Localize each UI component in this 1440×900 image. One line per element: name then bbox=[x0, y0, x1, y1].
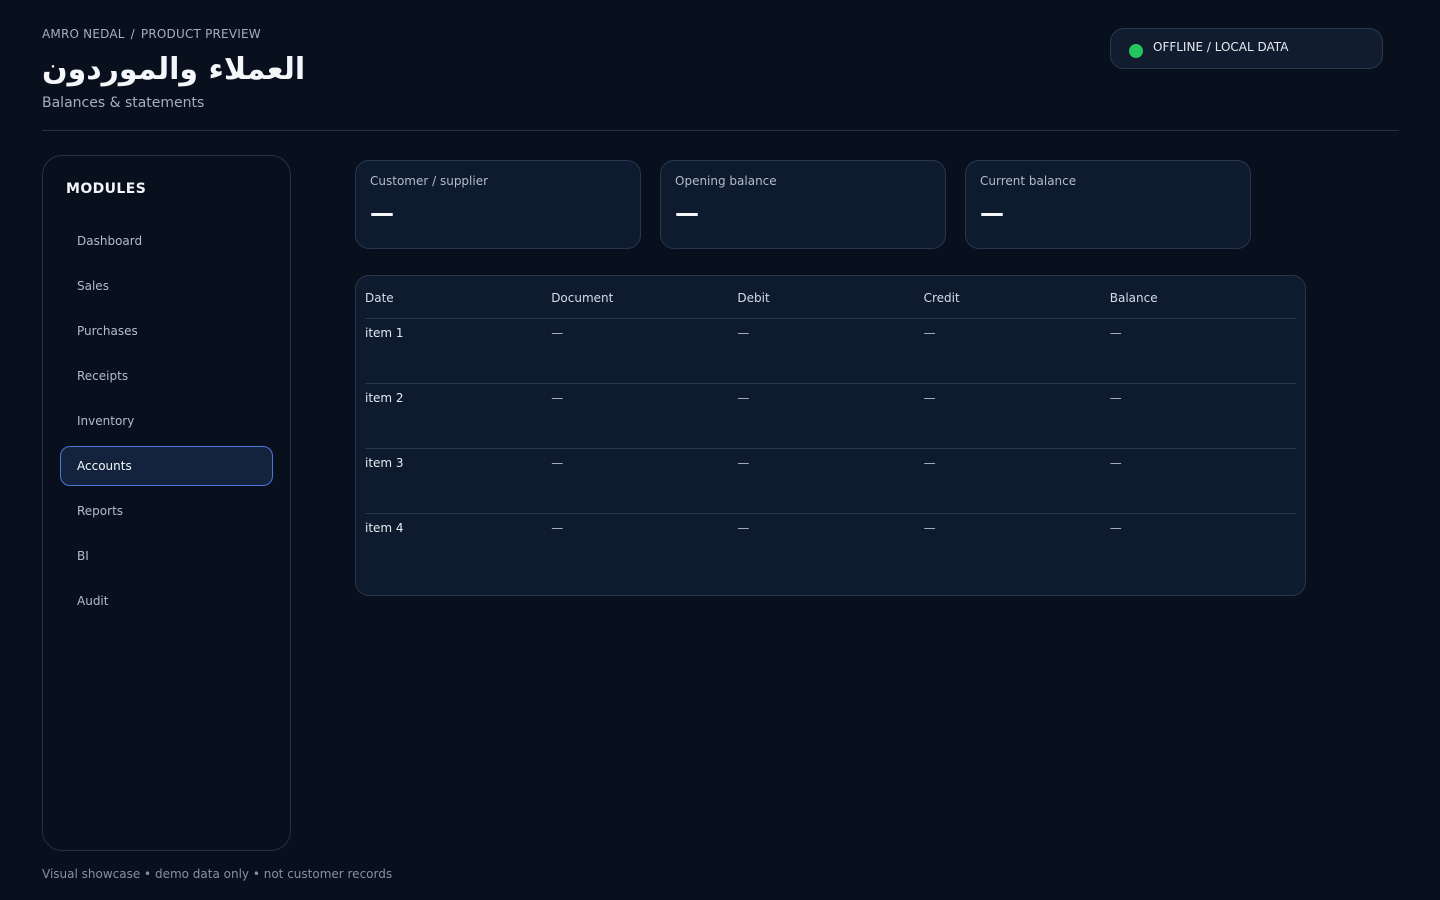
card-value: — bbox=[675, 199, 699, 227]
ledger-table: Date Document Debit Credit Balance item … bbox=[365, 276, 1296, 578]
sidebar-item-bi[interactable]: BI bbox=[60, 536, 273, 576]
page-title: العملاء والموردون bbox=[42, 52, 306, 87]
cell-debit: — bbox=[737, 521, 750, 535]
cell-balance: — bbox=[1109, 383, 1296, 449]
sidebar-item-audit[interactable]: Audit bbox=[60, 581, 273, 621]
cell-credit: — bbox=[923, 318, 1110, 384]
column-header-document[interactable]: Document bbox=[551, 276, 738, 319]
app-window: AMRO NEDAL / PRODUCT PREVIEW العملاء والمو… bbox=[0, 0, 1440, 900]
cell-balance: — bbox=[1109, 318, 1296, 384]
sidebar-item-inventory[interactable]: Inventory bbox=[60, 401, 273, 441]
table-row[interactable]: item 1 — — — — bbox=[365, 318, 1296, 384]
footer-note: Visual showcase • demo data only • not c… bbox=[42, 867, 393, 881]
table-header-row: Date Document Debit Credit Balance bbox=[365, 276, 1296, 319]
nav-list: Dashboard Sales Purchases Receipts Inven… bbox=[60, 221, 273, 626]
cell-credit: — bbox=[923, 521, 936, 535]
cell-debit: — bbox=[737, 318, 924, 384]
ledger-panel: Date Document Debit Credit Balance item … bbox=[355, 275, 1306, 596]
page-subtitle: Balances & statements bbox=[42, 95, 205, 111]
current-balance-card: Current balance — bbox=[965, 160, 1251, 249]
cell-date: item 2 bbox=[365, 383, 552, 449]
sidebar-item-purchases[interactable]: Purchases bbox=[60, 311, 273, 351]
cell-document: — bbox=[551, 318, 738, 384]
cell-balance: — bbox=[1109, 521, 1122, 535]
column-header-balance[interactable]: Balance bbox=[1109, 276, 1296, 319]
card-label: Customer / supplier bbox=[370, 174, 489, 188]
status-dot-icon bbox=[1129, 43, 1143, 58]
breadcrumb: AMRO NEDAL / PRODUCT PREVIEW bbox=[42, 27, 261, 41]
cell-date: item 1 bbox=[365, 318, 552, 384]
customer-supplier-card: Customer / supplier — bbox=[355, 160, 641, 249]
cell-credit: — bbox=[923, 448, 1110, 514]
table-row[interactable]: item 2 — — — — bbox=[365, 383, 1296, 449]
sidebar-item-sales[interactable]: Sales bbox=[60, 266, 273, 306]
sidebar: MODULES Dashboard Sales Purchases Receip… bbox=[42, 155, 291, 851]
card-value: — bbox=[370, 199, 394, 227]
cell-credit: — bbox=[923, 383, 1110, 449]
sidebar-item-receipts[interactable]: Receipts bbox=[60, 356, 273, 396]
status-label: OFFLINE / LOCAL DATA bbox=[1153, 39, 1289, 54]
cell-debit: — bbox=[737, 383, 924, 449]
status-badge: OFFLINE / LOCAL DATA bbox=[1110, 28, 1383, 69]
breadcrumb-owner[interactable]: AMRO NEDAL bbox=[42, 27, 125, 41]
breadcrumb-separator: / bbox=[130, 27, 135, 41]
cell-date: item 3 bbox=[365, 448, 552, 514]
card-value: — bbox=[980, 199, 1004, 227]
cell-date: item 4 bbox=[365, 521, 404, 535]
card-label: Current balance bbox=[980, 174, 1077, 188]
cell-debit: — bbox=[737, 448, 924, 514]
column-header-debit[interactable]: Debit bbox=[737, 276, 924, 319]
table-row[interactable]: item 4 — — — — bbox=[365, 514, 1296, 579]
sidebar-item-dashboard[interactable]: Dashboard bbox=[60, 221, 273, 261]
opening-balance-card: Opening balance — bbox=[660, 160, 946, 249]
card-label: Opening balance bbox=[675, 174, 777, 188]
sidebar-title: MODULES bbox=[66, 181, 147, 197]
table-row[interactable]: item 3 — — — — bbox=[365, 448, 1296, 514]
cell-balance: — bbox=[1109, 448, 1296, 514]
sidebar-item-reports[interactable]: Reports bbox=[60, 491, 273, 531]
sidebar-item-accounts[interactable]: Accounts bbox=[60, 446, 273, 486]
cell-document: — bbox=[551, 448, 738, 514]
cell-document: — bbox=[551, 521, 564, 535]
cell-document: — bbox=[551, 383, 738, 449]
header-divider bbox=[42, 130, 1399, 131]
breadcrumb-section[interactable]: PRODUCT PREVIEW bbox=[141, 27, 261, 41]
column-header-credit[interactable]: Credit bbox=[923, 276, 1110, 319]
column-header-date[interactable]: Date bbox=[365, 276, 552, 319]
